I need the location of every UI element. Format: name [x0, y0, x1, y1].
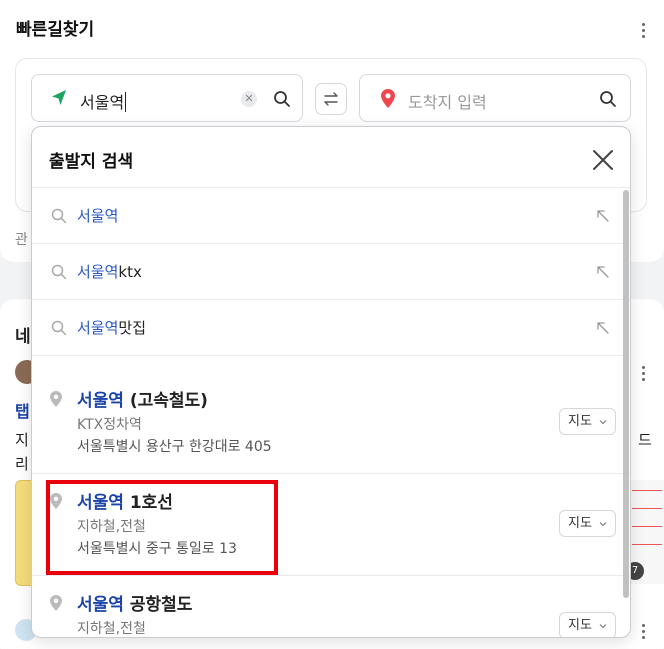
- place-item[interactable]: 서울역 공항철도 지하철,전철 지도: [32, 576, 630, 637]
- destination-placeholder: 도착지 입력: [408, 93, 487, 112]
- scrollbar-thumb[interactable]: [623, 190, 629, 598]
- more-icon[interactable]: [642, 23, 646, 38]
- suggestion-item[interactable]: 서울역: [32, 188, 630, 244]
- place-pin-icon: [50, 391, 62, 407]
- section-title-partial: 네: [15, 327, 31, 347]
- swap-button[interactable]: [315, 83, 347, 115]
- related-label-partial: 관: [15, 232, 28, 248]
- place-category: KTX정차역: [77, 417, 142, 433]
- page: 빠른길찾기 서울역 ✕ 도착지 입력 관 네 탭 지 리 드 7 출발지 검색 …: [0, 0, 664, 649]
- start-input-value: 서울역: [80, 92, 127, 112]
- direction-arrow-icon: [52, 90, 66, 105]
- location-pin-icon: [381, 89, 395, 108]
- search-icon: [51, 264, 67, 280]
- suggestion-text: 서울역맛집: [77, 319, 147, 337]
- fill-arrow-icon[interactable]: [595, 208, 611, 224]
- close-icon[interactable]: [590, 147, 616, 173]
- item-text-partial: 리: [15, 455, 29, 473]
- destination-input[interactable]: 도착지 입력: [359, 74, 631, 122]
- place-name: 서울역 공항철도: [77, 595, 193, 615]
- search-icon: [51, 208, 67, 224]
- suggestion-text: 서울역: [77, 207, 119, 225]
- search-icon: [51, 320, 67, 336]
- fill-arrow-icon[interactable]: [595, 264, 611, 280]
- scrollbar[interactable]: [622, 188, 630, 637]
- place-pin-icon: [50, 595, 62, 611]
- start-input[interactable]: 서울역 ✕: [31, 74, 303, 122]
- fill-arrow-icon[interactable]: [595, 320, 611, 336]
- more-icon[interactable]: [642, 366, 646, 381]
- chevron-down-icon: [599, 624, 607, 629]
- dropdown-title: 출발지 검색: [49, 152, 134, 172]
- clear-icon[interactable]: ✕: [241, 91, 257, 107]
- place-category: 지하철,전철: [77, 621, 146, 637]
- map-button[interactable]: 지도: [559, 408, 616, 435]
- chevron-down-icon: [599, 522, 607, 527]
- place-item[interactable]: 서울역 (고속철도) KTX정차역 서울특별시 용산구 한강대로 405 지도: [32, 372, 630, 474]
- dropdown-header: 출발지 검색: [32, 127, 630, 188]
- item-text-partial: 지: [15, 431, 29, 449]
- more-icon[interactable]: [642, 624, 646, 639]
- map-button[interactable]: 지도: [559, 510, 616, 537]
- map-button[interactable]: 지도: [559, 612, 616, 637]
- suggestion-item[interactable]: 서울역맛집: [32, 300, 630, 356]
- search-icon[interactable]: [598, 89, 618, 109]
- highlight-box: [46, 480, 278, 575]
- item-text-partial-right: 드: [638, 431, 652, 449]
- suggestion-item[interactable]: 서울역ktx: [32, 244, 630, 300]
- panel-title: 빠른길찾기: [16, 20, 95, 40]
- search-icon[interactable]: [272, 89, 292, 109]
- swap-icon: [324, 92, 338, 106]
- suggestion-text: 서울역ktx: [77, 263, 142, 281]
- place-address: 서울특별시 용산구 한강대로 405: [77, 439, 272, 455]
- chevron-down-icon: [599, 420, 607, 425]
- item-title-partial[interactable]: 탭: [15, 398, 30, 422]
- place-name: 서울역 (고속철도): [77, 391, 208, 411]
